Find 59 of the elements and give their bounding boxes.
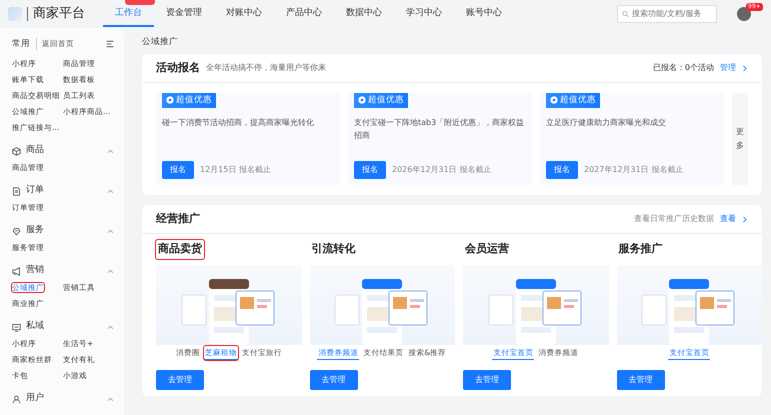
chevron-right-icon bbox=[742, 64, 748, 72]
logo-icon bbox=[8, 7, 22, 21]
nav-tab[interactable]: 资金管理 bbox=[154, 0, 214, 28]
group-title: 商品 bbox=[26, 144, 44, 158]
signup-button[interactable]: 报名 bbox=[162, 161, 194, 179]
manage-link[interactable]: 管理 bbox=[720, 62, 736, 74]
search-icon bbox=[622, 10, 630, 18]
promo-tag: 超值优惠 bbox=[546, 93, 600, 108]
group-title: 用户 bbox=[26, 392, 44, 406]
manage-button[interactable]: 去管理 bbox=[616, 370, 664, 390]
nav-tab[interactable]: 产品中心 bbox=[274, 0, 334, 28]
tag-icon bbox=[550, 96, 558, 104]
promo-tag: 超值优惠 bbox=[354, 93, 408, 108]
manage-button[interactable]: 去管理 bbox=[310, 370, 358, 390]
avatar-icon[interactable] bbox=[737, 7, 751, 21]
chevron-right-icon bbox=[742, 216, 748, 222]
section-title: 引流转化 bbox=[310, 241, 356, 257]
nav-tab[interactable]: 学习中心 bbox=[394, 0, 454, 28]
group-title: 订单 bbox=[26, 184, 44, 198]
panel-subtitle: 全年活动搞不停，海量用户等你来 bbox=[206, 62, 326, 74]
view-link[interactable]: 查看 bbox=[720, 213, 736, 225]
group-title: 服务 bbox=[26, 224, 44, 238]
tag-icon bbox=[358, 96, 366, 104]
group-title: 私域 bbox=[26, 320, 44, 334]
deadline-text: 2026年12月31日 报名截止 bbox=[392, 164, 492, 176]
activity-description: 碰一下消费节活动招商，提高商家曝光转化 bbox=[162, 116, 315, 129]
panel-title: 经营推广 bbox=[156, 210, 200, 227]
activity-description: 支付宝碰一下阵地tab3「附近优惠」，商家权益招商 bbox=[354, 116, 526, 142]
history-text: 查看日常推广历史数据 bbox=[634, 213, 714, 225]
signup-button[interactable]: 报名 bbox=[546, 161, 578, 179]
user-icon bbox=[12, 394, 21, 404]
megaphone-icon bbox=[12, 266, 21, 276]
more-button[interactable]: 更多 bbox=[732, 93, 748, 185]
sidebar-title: 常用 bbox=[12, 38, 30, 50]
screen-icon bbox=[12, 322, 21, 332]
nav-tab[interactable]: 账号中心 bbox=[454, 0, 514, 28]
signup-button[interactable]: 报名 bbox=[354, 161, 386, 179]
breadcrumb: 公域推广 bbox=[142, 36, 179, 49]
manage-button[interactable]: 去管理 bbox=[156, 370, 204, 390]
tag-icon bbox=[166, 96, 174, 104]
box-icon bbox=[12, 146, 21, 156]
search-field[interactable]: 搜索功能/文档/服务 bbox=[617, 5, 717, 23]
manage-button[interactable]: 去管理 bbox=[463, 370, 511, 390]
nav-tab[interactable]: 数据中心 bbox=[334, 0, 394, 28]
nav-tab[interactable]: 对账中心 bbox=[214, 0, 274, 28]
platform-title: 商家平台 bbox=[27, 7, 85, 21]
section-title: 服务推广 bbox=[617, 241, 664, 257]
panel-title: 活动报名 bbox=[156, 60, 200, 76]
deadline-text: 2027年12月31日 报名截止 bbox=[584, 164, 684, 176]
signup-status: 已报名：0个活动 bbox=[652, 62, 714, 74]
activity-description: 立足医疗健康助力商家曝光和成交 bbox=[546, 116, 667, 129]
promo-tag: 超值优惠 bbox=[162, 93, 216, 108]
section-title: 商品卖货 bbox=[156, 240, 204, 258]
group-title: 营销 bbox=[26, 264, 44, 278]
doc-icon bbox=[12, 186, 21, 196]
nav-tab[interactable]: 工作台 bbox=[103, 0, 154, 28]
collapse-icon bbox=[106, 40, 114, 48]
deadline-text: 12月15日 报名截止 bbox=[200, 164, 271, 176]
section-title: 会员运营 bbox=[464, 241, 510, 257]
